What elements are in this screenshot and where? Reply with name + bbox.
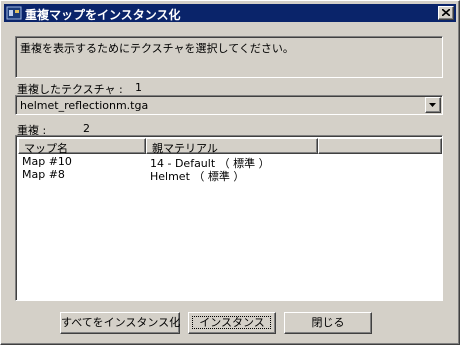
column-header-map-name[interactable]: マップ名 <box>18 138 146 155</box>
list-header: マップ名 親マテリアル <box>18 138 442 155</box>
title-bar[interactable]: 重複マップをインスタンス化 <box>4 4 456 22</box>
close-window-button[interactable] <box>438 6 454 20</box>
texture-dropdown[interactable]: helmet_reflectionm.tga <box>15 95 443 115</box>
list-item[interactable]: Map #10 14 - Default （ 標準 ） <box>22 155 432 170</box>
map-name-cell: Map #8 <box>22 168 65 181</box>
map-name-cell: Map #10 <box>22 155 72 168</box>
column-header-empty[interactable] <box>318 138 442 154</box>
dialog-window: 重複マップをインスタンス化 重複を表示するためにテクスチャを選択してください。 … <box>0 0 460 345</box>
parent-material-cell: Helmet （ 標準 ） <box>150 170 245 183</box>
info-message: 重複を表示するためにテクスチャを選択してください。 <box>20 42 294 55</box>
instance-all-button[interactable]: すべてをインスタンス化 <box>60 312 180 334</box>
chevron-down-icon <box>429 103 436 107</box>
info-message-box: 重複を表示するためにテクスチャを選択してください。 <box>15 36 443 78</box>
instance-button[interactable]: インスタンス <box>188 312 276 334</box>
window-title: 重複マップをインスタンス化 <box>25 8 181 22</box>
3dsmax-icon[interactable] <box>6 5 22 21</box>
list-item[interactable]: Map #8 Helmet （ 標準 ） <box>22 168 432 183</box>
close-button[interactable]: 閉じる <box>284 312 372 334</box>
close-icon <box>442 9 450 16</box>
texture-dropdown-value: helmet_reflectionm.tga <box>20 99 149 112</box>
column-header-parent-material[interactable]: 親マテリアル <box>146 138 318 155</box>
duplicates-list[interactable]: マップ名 親マテリアル Map #10 14 - Default （ 標準 ） … <box>15 135 443 301</box>
texture-dropdown-button[interactable] <box>425 97 441 113</box>
duplicate-texture-count: 1 <box>135 81 142 94</box>
duplicates-count: 2 <box>83 122 90 135</box>
